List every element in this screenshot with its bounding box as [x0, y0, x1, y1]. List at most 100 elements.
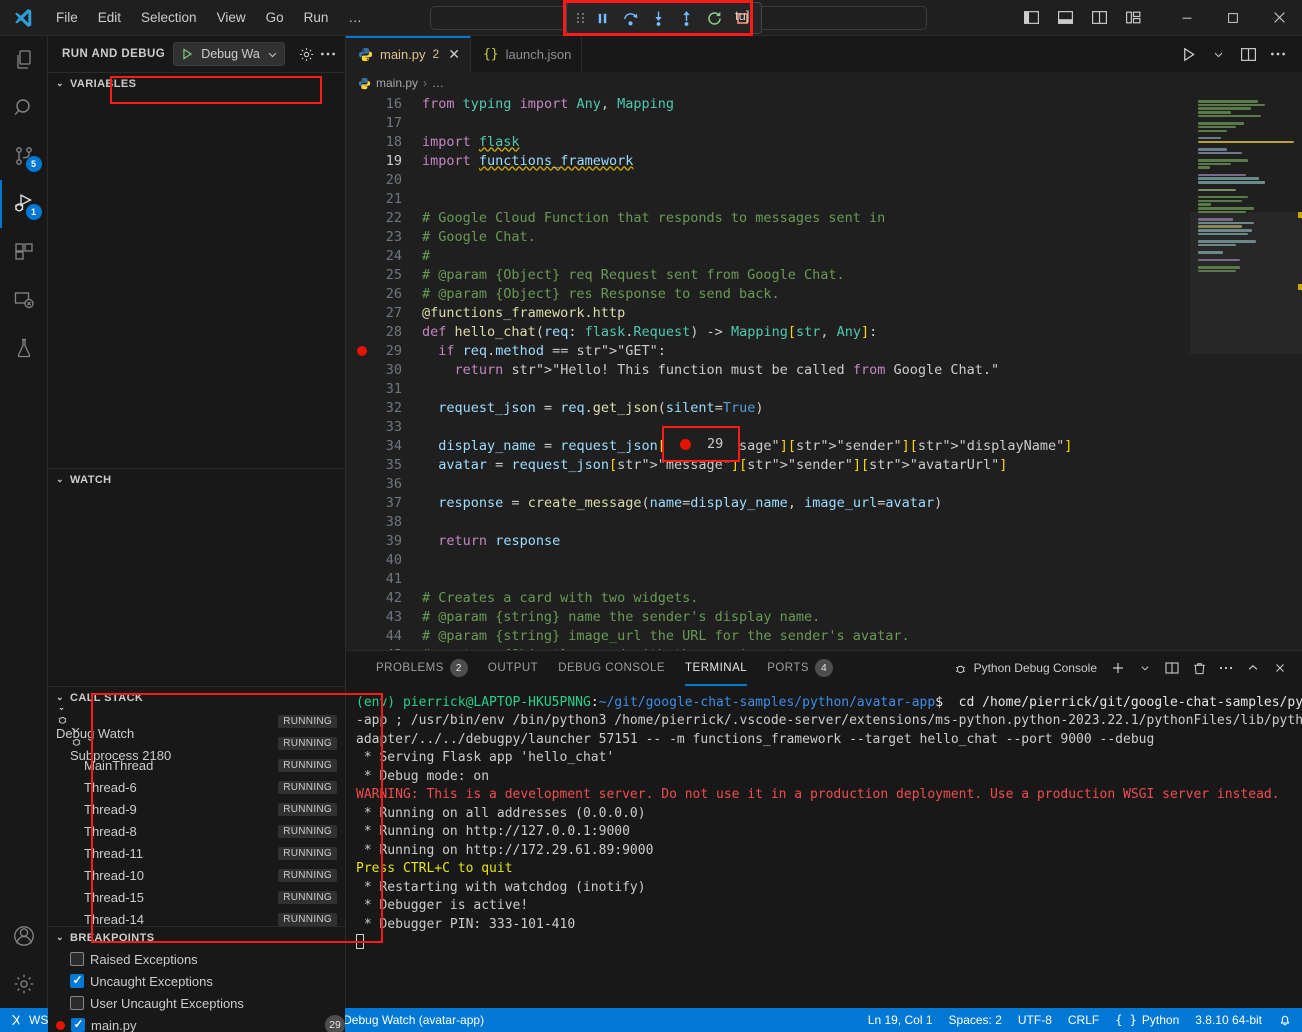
panel-more-actions-icon[interactable]	[1214, 656, 1238, 680]
step-into-button[interactable]	[645, 5, 671, 31]
panel-tab-problems[interactable]: PROBLEMS2	[366, 651, 478, 686]
code-line[interactable]: 38	[346, 512, 1190, 531]
code-line[interactable]: 24#	[346, 246, 1190, 265]
open-launch-settings-icon[interactable]	[298, 46, 315, 63]
code-editor[interactable]: 16from typing import Any, Mapping1718imp…	[346, 94, 1302, 650]
code-line[interactable]: 31	[346, 379, 1190, 398]
close-panel-icon[interactable]	[1268, 656, 1292, 680]
run-options-chevron-icon[interactable]	[1204, 40, 1232, 68]
code-line[interactable]: 34 display_name = request_json[str">"mes…	[346, 436, 1190, 455]
status-indentation[interactable]: Spaces: 2	[941, 1008, 1010, 1032]
debug-toolbar-drag-handle[interactable]	[573, 5, 587, 31]
menu-edit[interactable]: Edit	[88, 6, 131, 29]
accounts-icon[interactable]	[0, 912, 48, 960]
code-line[interactable]: 19import functions_framework	[346, 151, 1190, 170]
code-line[interactable]: 32 request_json = req.get_json(silent=Tr…	[346, 398, 1190, 417]
gear-icon[interactable]	[0, 960, 48, 1008]
pause-button[interactable]	[589, 5, 615, 31]
status-eol[interactable]: CRLF	[1060, 1008, 1107, 1032]
sidebar-item-testing[interactable]	[0, 324, 48, 372]
code-line[interactable]: 27@functions_framework.http	[346, 303, 1190, 322]
new-terminal-icon[interactable]	[1106, 656, 1130, 680]
step-out-button[interactable]	[673, 5, 699, 31]
code-line[interactable]: 18import flask	[346, 132, 1190, 151]
maximize-button[interactable]	[1210, 0, 1256, 36]
watch-section-header[interactable]: ⌄ WATCH	[48, 468, 345, 490]
launch-config-dropdown[interactable]: Debug Wa	[173, 42, 285, 66]
code-line[interactable]: 25# @param {Object} req Request sent fro…	[346, 265, 1190, 284]
panel-tab-debug-console[interactable]: DEBUG CONSOLE	[548, 651, 675, 686]
code-line[interactable]: 16from typing import Any, Mapping	[346, 94, 1190, 113]
sidebar-item-remote-explorer[interactable]	[0, 276, 48, 324]
status-notifications[interactable]	[1270, 1008, 1300, 1032]
split-terminal-icon[interactable]	[1160, 656, 1184, 680]
split-editor-icon[interactable]	[1234, 40, 1262, 68]
code-line[interactable]: 17	[346, 113, 1190, 132]
code-line[interactable]: 23# Google Chat.	[346, 227, 1190, 246]
code-lines[interactable]: 16from typing import Any, Mapping1718imp…	[346, 94, 1190, 650]
status-encoding[interactable]: UTF-8	[1010, 1008, 1060, 1032]
toggle-primary-sidebar-icon[interactable]	[1014, 3, 1048, 33]
sidebar-item-source-control[interactable]: 5	[0, 132, 48, 180]
call-stack-row[interactable]: Thread-10RUNNING	[48, 864, 345, 886]
maximize-panel-icon[interactable]	[1241, 656, 1265, 680]
step-over-button[interactable]	[617, 5, 643, 31]
close-icon[interactable]: ✕	[448, 47, 460, 61]
breakpoint-checkbox[interactable]	[70, 974, 84, 988]
call-stack-row[interactable]: MainThreadRUNNING	[48, 754, 345, 776]
call-stack-row[interactable]: Thread-9RUNNING	[48, 798, 345, 820]
breakpoint-row[interactable]: Uncaught Exceptions	[48, 970, 345, 992]
menu-run[interactable]: Run	[294, 6, 339, 29]
restart-button[interactable]	[701, 5, 727, 31]
breadcrumb-symbol[interactable]: …	[432, 76, 444, 90]
call-stack-row[interactable]: Thread-14RUNNING	[48, 908, 345, 926]
close-button[interactable]	[1256, 0, 1302, 36]
menu-file[interactable]: File	[46, 6, 88, 29]
code-line[interactable]: 39 return response	[346, 531, 1190, 550]
panel-tab-terminal[interactable]: TERMINAL	[675, 651, 757, 686]
panel-tab-ports[interactable]: PORTS4	[757, 651, 843, 686]
toggle-secondary-sidebar-icon[interactable]	[1082, 3, 1116, 33]
tab-launch-json[interactable]: {} launch.json	[471, 36, 582, 72]
code-line[interactable]: 40	[346, 550, 1190, 569]
code-line[interactable]: 41	[346, 569, 1190, 588]
minimize-button[interactable]	[1164, 0, 1210, 36]
sidebar-item-search[interactable]	[0, 84, 48, 132]
minimap-slider[interactable]	[1190, 212, 1302, 354]
customize-layout-icon[interactable]	[1116, 3, 1150, 33]
terminal-output[interactable]: (env) pierrick@LAPTOP-HKU5PNNG:~/git/goo…	[346, 686, 1302, 1009]
terminal-profile-chevron-icon[interactable]	[1133, 656, 1157, 680]
start-debug-icon[interactable]	[180, 47, 194, 61]
call-stack-row[interactable]: Thread-8RUNNING	[48, 820, 345, 842]
sidebar-more-actions-icon[interactable]	[319, 45, 337, 63]
status-language-mode[interactable]: { } Python	[1107, 1008, 1187, 1032]
breadcrumb-file[interactable]: main.py	[376, 76, 418, 90]
code-line[interactable]: 45# @return {Object} a card with the use…	[346, 645, 1190, 650]
code-line[interactable]: 26# @param {Object} res Response to send…	[346, 284, 1190, 303]
kill-terminal-icon[interactable]	[1187, 656, 1211, 680]
code-line[interactable]: 20	[346, 170, 1190, 189]
code-line[interactable]: 37 response = create_message(name=displa…	[346, 493, 1190, 512]
code-line[interactable]: 42# Creates a card with two widgets.	[346, 588, 1190, 607]
debug-toolbar[interactable]	[566, 2, 762, 34]
menu-view[interactable]: View	[207, 6, 256, 29]
toggle-panel-icon[interactable]	[1048, 3, 1082, 33]
run-python-file-icon[interactable]	[1174, 40, 1202, 68]
code-line[interactable]: 22# Google Cloud Function that responds …	[346, 208, 1190, 227]
call-stack-section-header[interactable]: ⌄ CALL STACK	[48, 686, 345, 708]
code-line[interactable]: 28def hello_chat(req: flask.Request) -> …	[346, 322, 1190, 341]
breakpoint-checkbox[interactable]	[70, 952, 84, 966]
code-line[interactable]: 30 return str">"Hello! This function mus…	[346, 360, 1190, 379]
code-line[interactable]: 21	[346, 189, 1190, 208]
breakpoint-row[interactable]: Raised Exceptions	[48, 948, 345, 970]
menu-more[interactable]: …	[338, 6, 372, 29]
code-line[interactable]: 43# @param {string} name the sender's di…	[346, 607, 1190, 626]
status-cursor-position[interactable]: Ln 19, Col 1	[860, 1008, 941, 1032]
call-stack-row[interactable]: Thread-11RUNNING	[48, 842, 345, 864]
tab-main-py[interactable]: main.py 2 ✕	[346, 36, 471, 72]
breakpoint-checkbox[interactable]	[70, 996, 84, 1010]
sidebar-item-run-and-debug[interactable]: 1	[0, 180, 48, 228]
terminal-selector[interactable]: Python Debug Console	[953, 661, 1097, 676]
code-line[interactable]: 44# @param {string} image_url the URL fo…	[346, 626, 1190, 645]
call-stack-row[interactable]: Thread-6RUNNING	[48, 776, 345, 798]
